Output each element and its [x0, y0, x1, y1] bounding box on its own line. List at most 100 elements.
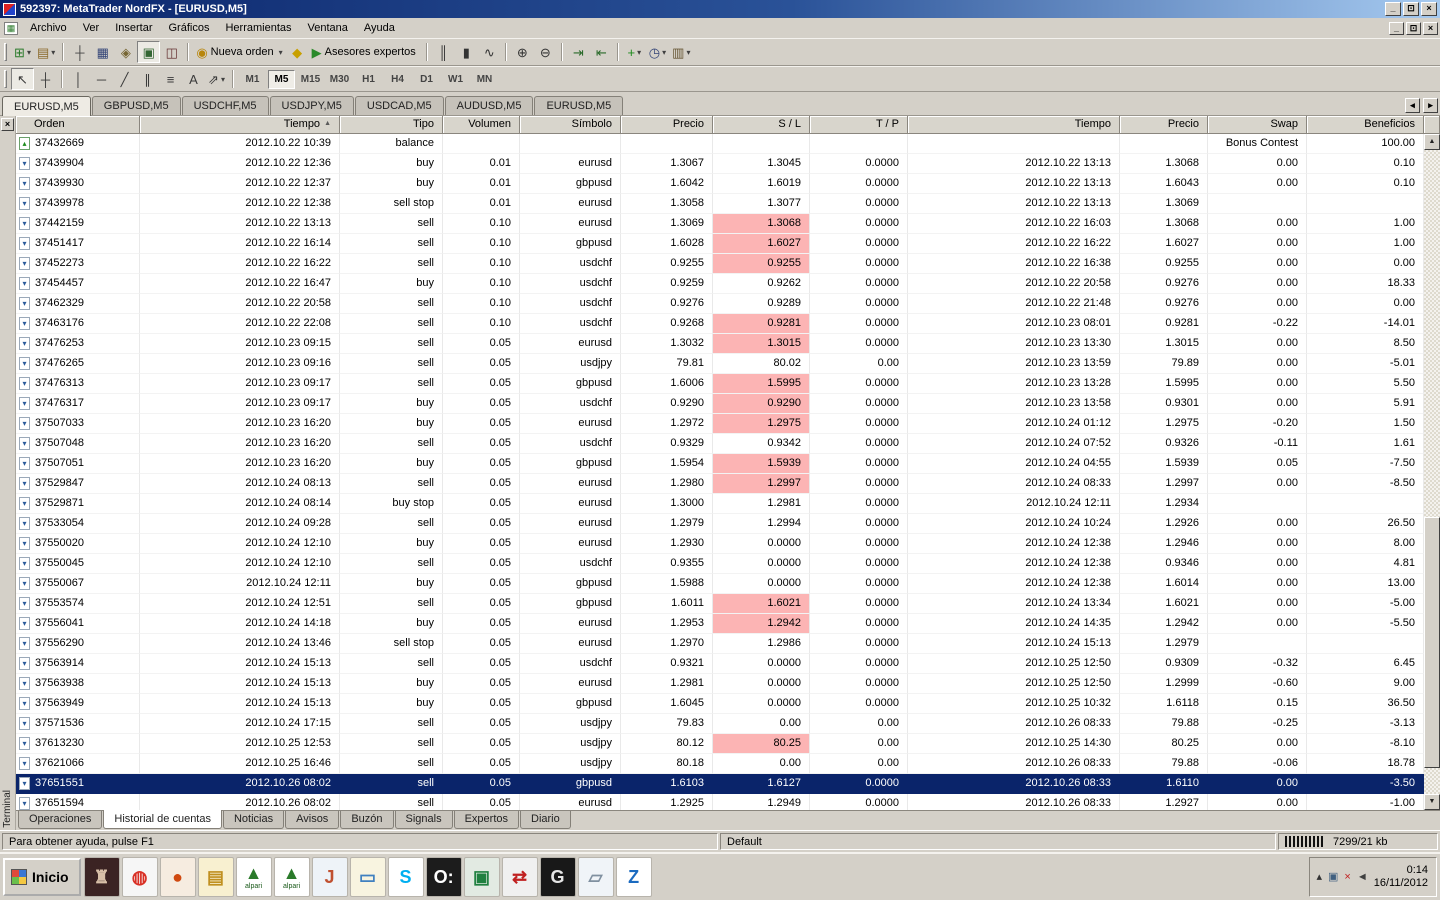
cursor-button[interactable]: ↖	[11, 68, 34, 90]
channel-button[interactable]: ∥	[136, 68, 159, 90]
column-header-tiempo[interactable]: Tiempo▲	[140, 116, 340, 134]
column-header-tipo[interactable]: Tipo	[340, 116, 443, 134]
scrollbar-thumb[interactable]	[1424, 517, 1440, 768]
terminal-tab-historial-de-cuentas[interactable]: Historial de cuentas	[103, 810, 222, 829]
restore-button[interactable]	[1403, 2, 1419, 16]
periods-button[interactable]: ◷▾	[646, 41, 669, 63]
table-row[interactable]: ▾374421592012.10.22 13:13sell0.10eurusd1…	[16, 214, 1424, 234]
column-header-swap[interactable]: Swap	[1208, 116, 1307, 134]
column-header-beneficios[interactable]: Beneficios	[1307, 116, 1424, 134]
table-row[interactable]: ▾374763172012.10.23 09:17buy0.05usdchf0.…	[16, 394, 1424, 414]
vertical-line-button[interactable]: │	[67, 68, 90, 90]
table-row[interactable]: ▾375639382012.10.24 15:13buy0.05eurusd1.…	[16, 674, 1424, 694]
terminal-button[interactable]: ▣	[137, 41, 160, 63]
timeframe-d1[interactable]: D1	[413, 70, 440, 89]
table-row[interactable]: ▾375070482012.10.23 16:20sell0.05usdchf0…	[16, 434, 1424, 454]
status-profile[interactable]: Default	[720, 833, 1276, 850]
chart-tab-usdjpy-m5-3[interactable]: USDJPY,M5	[270, 96, 354, 115]
table-row[interactable]: ▾375562902012.10.24 13:46sell stop0.05eu…	[16, 634, 1424, 654]
timeframe-mn[interactable]: MN	[471, 70, 498, 89]
column-header-s-l[interactable]: S / L	[713, 116, 810, 134]
table-row[interactable]: ▾374631762012.10.22 22:08sell0.10usdchf0…	[16, 314, 1424, 334]
timeframe-m5[interactable]: M5	[268, 70, 295, 89]
table-row[interactable]: ▾375500202012.10.24 12:10buy0.05eurusd1.…	[16, 534, 1424, 554]
new-order-button[interactable]: ◉Nueva orden▾	[193, 41, 285, 63]
skype-icon[interactable]: S	[388, 857, 424, 897]
table-row[interactable]: ▾375500672012.10.24 12:11buy0.05gbpusd1.…	[16, 574, 1424, 594]
terminal-tab-operaciones[interactable]: Operaciones	[18, 811, 102, 829]
file-manager-icon[interactable]: ▤	[198, 857, 234, 897]
mdi-restore-button[interactable]	[1406, 22, 1421, 35]
table-row[interactable]: ▾375500452012.10.24 12:10sell0.05usdchf0…	[16, 554, 1424, 574]
market-watch-button[interactable]: ┼	[68, 41, 91, 63]
pictures-folder-icon[interactable]: ▭	[350, 857, 386, 897]
strategy-tester-button[interactable]: ◫	[160, 41, 183, 63]
column-header-precio[interactable]: Precio	[1120, 116, 1208, 134]
crosshair-button[interactable]: ┼	[34, 68, 57, 90]
metaeditor-button[interactable]: ◆	[286, 41, 309, 63]
table-row[interactable]: ▾374544572012.10.22 16:47buy0.10usdchf0.…	[16, 274, 1424, 294]
column-header-t-p[interactable]: T / P	[810, 116, 908, 134]
scroll-tabs-right-button[interactable]	[1423, 98, 1438, 113]
red-ball-app-icon[interactable]: ●	[160, 857, 196, 897]
navigator-button[interactable]: ◈	[114, 41, 137, 63]
table-row[interactable]: ▾374762532012.10.23 09:15sell0.05eurusd1…	[16, 334, 1424, 354]
column-header-s-mbolo[interactable]: Símbolo	[520, 116, 621, 134]
indicators-button[interactable]: +▾	[623, 41, 646, 63]
menu-gr-ficos[interactable]: Gráficos	[161, 20, 218, 36]
zoom-in-button[interactable]: ⊕	[511, 41, 534, 63]
scroll-down-button[interactable]	[1424, 794, 1440, 810]
metatrader-icon[interactable]: ⇄	[502, 857, 538, 897]
vertical-scrollbar[interactable]	[1424, 134, 1440, 810]
scrollbar-track[interactable]	[1424, 150, 1440, 794]
table-row[interactable]: ▾374763132012.10.23 09:17sell0.05gbpusd1…	[16, 374, 1424, 394]
menu-insertar[interactable]: Insertar	[107, 20, 160, 36]
scroll-tabs-left-button[interactable]	[1405, 98, 1420, 113]
terminal-tab-noticias[interactable]: Noticias	[223, 811, 284, 829]
z-app-icon[interactable]: Z	[616, 857, 652, 897]
chart-candles-button[interactable]: ▮	[455, 41, 478, 63]
timeframe-m1[interactable]: M1	[239, 70, 266, 89]
timeframe-h4[interactable]: H4	[384, 70, 411, 89]
table-row[interactable]: ▾376210662012.10.25 16:46sell0.05usdjpy8…	[16, 754, 1424, 774]
close-terminal-button[interactable]	[1, 118, 14, 131]
chart-tab-eurusd-m5-6[interactable]: EURUSD,M5	[534, 96, 623, 115]
horizontal-line-button[interactable]: ─	[90, 68, 113, 90]
close-button[interactable]	[1421, 2, 1437, 16]
new-chart-button[interactable]: ⊞▾	[11, 41, 34, 63]
table-row[interactable]: ▾375330542012.10.24 09:28sell0.05eurusd1…	[16, 514, 1424, 534]
tray-volume-icon[interactable]: ◄	[1357, 872, 1368, 883]
menu-archivo[interactable]: Archivo	[22, 20, 75, 36]
table-row[interactable]: ▾374399782012.10.22 12:38sell stop0.01eu…	[16, 194, 1424, 214]
table-row[interactable]: ▾375639492012.10.24 15:13buy0.05gbpusd1.…	[16, 694, 1424, 714]
terminal-tab-signals[interactable]: Signals	[395, 811, 453, 829]
mdi-close-button[interactable]	[1423, 22, 1438, 35]
start-button[interactable]: Inicio	[3, 858, 81, 896]
toolbar-grip[interactable]	[4, 70, 7, 88]
terminal-tab-diario[interactable]: Diario	[520, 811, 571, 829]
table-row[interactable]: ▾376132302012.10.25 12:53sell0.05usdjpy8…	[16, 734, 1424, 754]
g-app-icon[interactable]: G	[540, 857, 576, 897]
alpari-icon-2[interactable]: ▲alpari	[274, 857, 310, 897]
table-row[interactable]: ▾375639142012.10.24 15:13sell0.05usdchf0…	[16, 654, 1424, 674]
minimize-button[interactable]	[1385, 2, 1401, 16]
timeframe-m15[interactable]: M15	[297, 70, 324, 89]
experts-button[interactable]: ▶Asesores expertos	[309, 41, 422, 63]
data-window-button[interactable]: ▦	[91, 41, 114, 63]
column-header-volumen[interactable]: Volumen	[443, 116, 520, 134]
table-row[interactable]: ▾375535742012.10.24 12:51sell0.05gbpusd1…	[16, 594, 1424, 614]
timeframe-h1[interactable]: H1	[355, 70, 382, 89]
table-row[interactable]: ▾375070512012.10.23 16:20buy0.05gbpusd1.…	[16, 454, 1424, 474]
java-icon[interactable]: J	[312, 857, 348, 897]
trendline-button[interactable]: ╱	[113, 68, 136, 90]
column-header-tiempo[interactable]: Tiempo	[908, 116, 1120, 134]
table-row[interactable]: ▾375070332012.10.23 16:20buy0.05eurusd1.…	[16, 414, 1424, 434]
mdi-minimize-button[interactable]	[1389, 22, 1404, 35]
table-row[interactable]: ▾374522732012.10.22 16:22sell0.10usdchf0…	[16, 254, 1424, 274]
tray-display-icon[interactable]: ▣	[1328, 872, 1338, 883]
menu-herramientas[interactable]: Herramientas	[217, 20, 299, 36]
chart-tab-gbpusd-m5-1[interactable]: GBPUSD,M5	[92, 96, 181, 115]
chart-tab-audusd-m5-5[interactable]: AUDUSD,M5	[445, 96, 534, 115]
zoom-out-button[interactable]: ⊖	[534, 41, 557, 63]
timeframe-m30[interactable]: M30	[326, 70, 353, 89]
